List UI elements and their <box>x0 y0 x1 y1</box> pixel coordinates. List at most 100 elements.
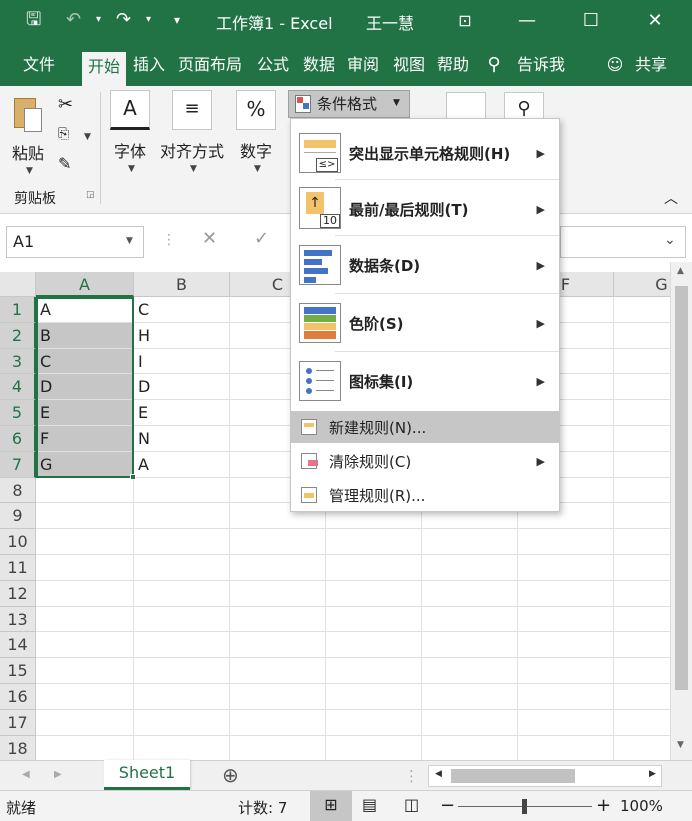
cell[interactable] <box>326 555 422 581</box>
column-header[interactable]: B <box>134 272 230 297</box>
cell[interactable]: I <box>134 348 230 375</box>
cell[interactable] <box>614 323 670 349</box>
tab-file[interactable]: 文件 <box>14 50 64 82</box>
menu-item-clear-rules[interactable]: 清除规则(C) ▶ <box>291 445 559 477</box>
cell[interactable] <box>36 684 134 710</box>
cell[interactable] <box>134 684 230 710</box>
cell[interactable] <box>614 297 670 323</box>
cell[interactable]: E <box>134 400 230 426</box>
cell[interactable] <box>614 452 670 478</box>
cell[interactable] <box>134 606 230 633</box>
cell[interactable] <box>614 658 670 684</box>
row-header[interactable]: 7 <box>0 451 36 478</box>
row-header[interactable]: 9 <box>0 503 36 530</box>
row-header[interactable]: 14 <box>0 632 36 659</box>
scroll-right-icon[interactable]: ▶ <box>649 769 656 779</box>
conditional-format-button[interactable]: 条件格式 ▼ <box>288 90 410 118</box>
percent-icon[interactable]: % <box>236 90 276 130</box>
cell[interactable]: A <box>134 451 230 478</box>
normal-view-icon[interactable]: ⊞ <box>310 791 352 821</box>
chevron-down-icon[interactable]: ▾ <box>96 8 101 32</box>
cell[interactable] <box>134 709 230 736</box>
menu-item-icon-sets[interactable]: 图标集(I) ▶ <box>291 353 559 409</box>
cell[interactable]: E <box>36 400 134 426</box>
cell[interactable] <box>134 555 230 581</box>
menu-item-top-bottom[interactable]: ↑ 10 最前/最后规则(T) ▶ <box>291 181 559 237</box>
customize-qat-icon[interactable]: ▾ <box>174 8 180 32</box>
chevron-down-icon[interactable]: ▼ <box>254 164 261 174</box>
tab-view[interactable]: 视图 <box>388 50 430 82</box>
tab-data[interactable]: 数据 <box>298 50 340 82</box>
cell[interactable] <box>422 529 518 555</box>
cell[interactable] <box>422 632 518 659</box>
close-button[interactable]: ✕ <box>638 6 672 36</box>
horizontal-scrollbar[interactable]: ◀ ▶ <box>428 765 662 787</box>
tab-review[interactable]: 审阅 <box>342 50 384 82</box>
scroll-up-icon[interactable]: ▲ <box>677 266 684 276</box>
select-all-corner[interactable] <box>0 272 36 297</box>
drag-handle-icon[interactable]: ⋮ <box>162 232 176 248</box>
cell[interactable] <box>422 735 518 760</box>
tab-insert[interactable]: 插入 <box>128 50 170 82</box>
cell[interactable] <box>36 555 134 581</box>
cell[interactable] <box>614 684 670 710</box>
cell[interactable] <box>230 529 326 555</box>
cell[interactable] <box>422 709 518 736</box>
cell[interactable]: B <box>36 322 134 349</box>
cell[interactable]: N <box>134 426 230 452</box>
cell[interactable] <box>36 477 134 504</box>
scroll-right-icon[interactable]: ▶ <box>54 769 62 780</box>
cell[interactable] <box>518 580 614 607</box>
cell[interactable] <box>518 684 614 710</box>
row-header[interactable]: 2 <box>0 322 36 349</box>
cell[interactable] <box>518 658 614 684</box>
align-icon[interactable]: ≡ <box>172 90 212 130</box>
cell[interactable]: C <box>134 297 230 323</box>
number-button[interactable]: 数字 <box>240 138 272 162</box>
tab-page-layout[interactable]: 页面布局 <box>172 50 248 82</box>
chevron-down-icon[interactable]: ▼ <box>84 132 91 142</box>
font-button[interactable]: 字体 <box>114 138 146 162</box>
cell[interactable] <box>326 684 422 710</box>
cell[interactable] <box>518 606 614 633</box>
cell[interactable] <box>230 606 326 633</box>
row-header[interactable]: 13 <box>0 606 36 633</box>
cell[interactable] <box>230 658 326 684</box>
undo-disabled-icon[interactable]: ↶ <box>66 8 81 32</box>
paste-icon[interactable] <box>12 94 44 134</box>
chevron-down-icon[interactable]: ▾ <box>146 8 151 32</box>
cell[interactable]: D <box>36 374 134 401</box>
drag-handle-icon[interactable]: ⋮ <box>404 767 419 785</box>
row-header[interactable]: 4 <box>0 374 36 401</box>
row-header[interactable]: 15 <box>0 658 36 684</box>
collapse-ribbon-icon[interactable]: ︿ <box>664 188 678 208</box>
paste-button[interactable]: 粘贴 <box>12 140 44 164</box>
cell[interactable] <box>614 529 670 555</box>
cell[interactable] <box>36 709 134 736</box>
alignment-button[interactable]: 对齐方式 <box>160 138 224 162</box>
share-button[interactable]: 共享 <box>630 50 672 82</box>
tab-formulas[interactable]: 公式 <box>252 50 294 82</box>
cell[interactable] <box>326 529 422 555</box>
row-header[interactable]: 8 <box>0 477 36 504</box>
cell[interactable] <box>614 736 670 760</box>
menu-item-data-bars[interactable]: 数据条(D) ▶ <box>291 237 559 293</box>
cell[interactable] <box>614 581 670 607</box>
cell[interactable] <box>326 709 422 736</box>
cell[interactable] <box>36 632 134 659</box>
scroll-left-icon[interactable]: ◀ <box>435 769 442 779</box>
cell[interactable] <box>36 503 134 530</box>
cell[interactable] <box>326 735 422 760</box>
tab-help[interactable]: 帮助 <box>432 50 474 82</box>
row-header[interactable]: 11 <box>0 555 36 581</box>
cell[interactable]: H <box>134 322 230 349</box>
cell[interactable] <box>326 580 422 607</box>
cell[interactable] <box>614 426 670 452</box>
name-box[interactable]: A1 <box>6 226 144 258</box>
cancel-icon[interactable]: ✕ <box>202 228 217 249</box>
cell[interactable] <box>230 555 326 581</box>
cell[interactable]: D <box>134 374 230 401</box>
copy-icon[interactable]: ⎘ <box>58 126 69 142</box>
cell[interactable] <box>614 607 670 633</box>
cell[interactable] <box>518 529 614 555</box>
